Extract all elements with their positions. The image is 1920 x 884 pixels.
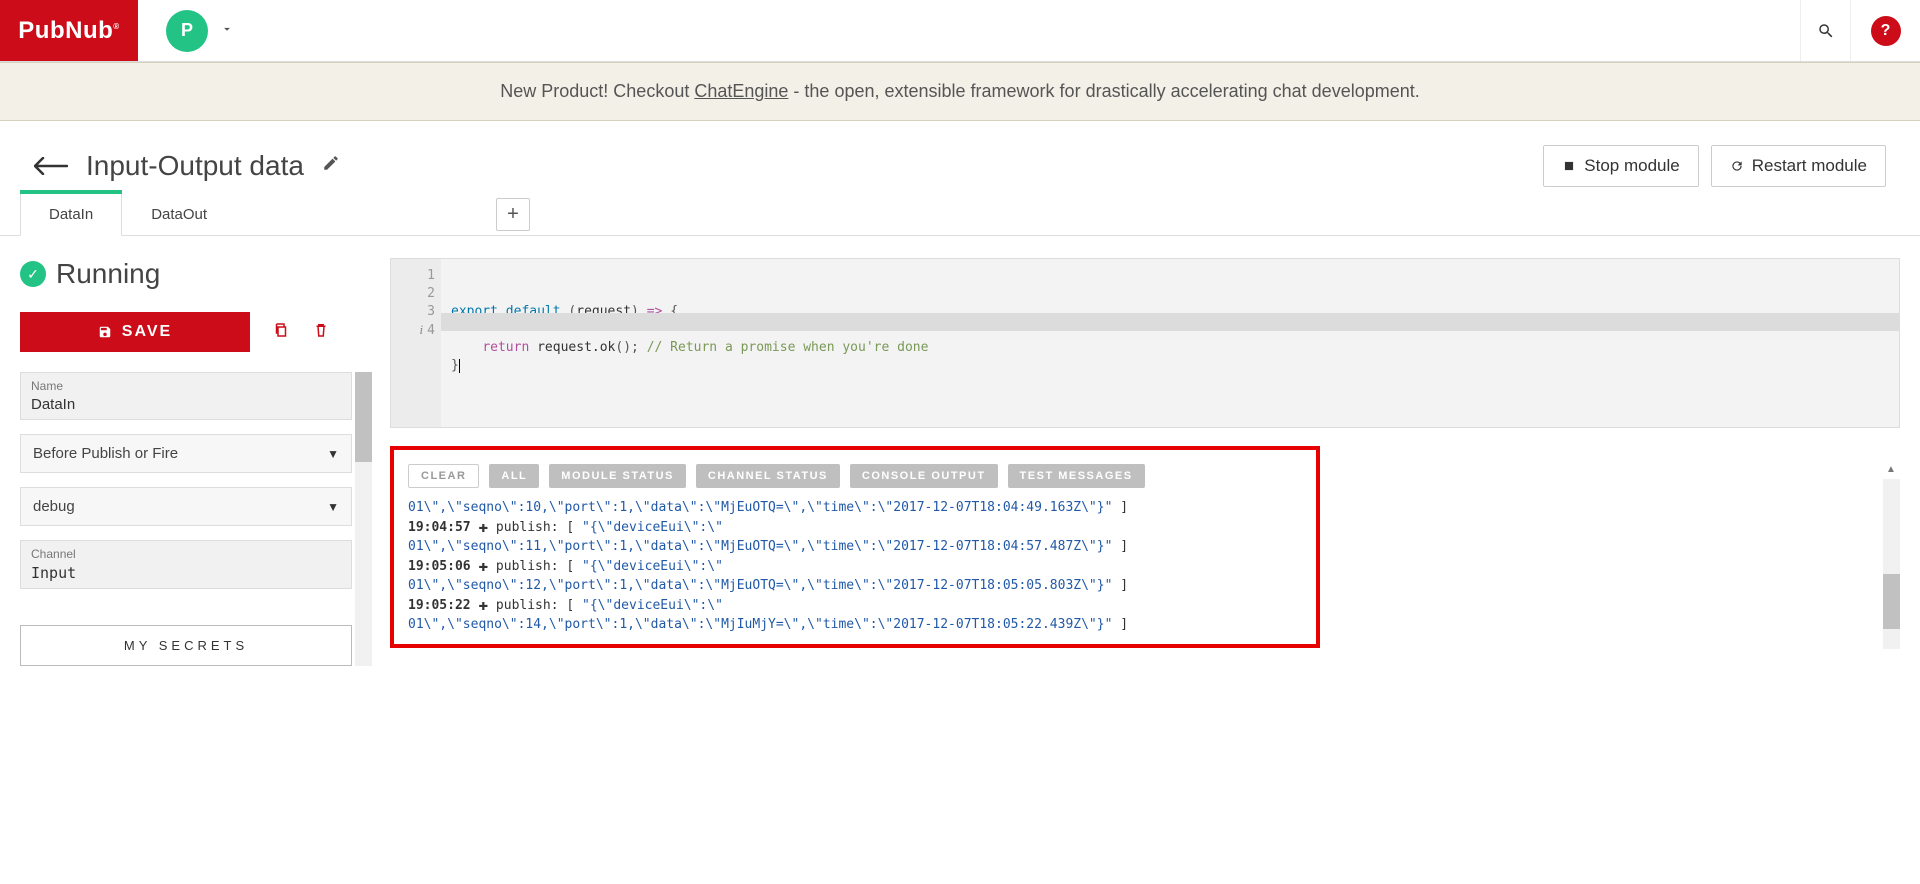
main-content: ✓ Running SAVE Name DataIn Before Publis…: [0, 236, 1920, 686]
channel-label: Channel: [31, 547, 341, 561]
console-line: 19:04:57 ✚ publish: [ "{\"deviceEui\":\": [408, 517, 1302, 537]
console-tabs: CLEAR ALL MODULE STATUS CHANNEL STATUS C…: [408, 464, 1302, 488]
event-select[interactable]: Before Publish or Fire ▼: [20, 434, 352, 473]
left-panel: ✓ Running SAVE Name DataIn Before Publis…: [20, 258, 372, 666]
status-text: Running: [56, 258, 160, 290]
console-clear-button[interactable]: CLEAR: [408, 464, 479, 488]
console-line: 19:05:06 ✚ publish: [ "{\"deviceEui\":\": [408, 556, 1302, 576]
tab-datain[interactable]: DataIn: [20, 193, 122, 236]
edit-title-icon[interactable]: [322, 154, 340, 178]
console-channel-status-button[interactable]: CHANNEL STATUS: [696, 464, 840, 488]
help-button[interactable]: ?: [1850, 0, 1920, 61]
chevron-down-icon: ▼: [327, 447, 339, 461]
notice-suffix: - the open, extensible framework for dra…: [788, 81, 1419, 101]
restart-label: Restart module: [1752, 156, 1867, 176]
topbar: PubNub® P ?: [0, 0, 1920, 62]
console-line: 19:05:22 ✚ publish: [ "{\"deviceEui\":\": [408, 595, 1302, 615]
my-secrets-button[interactable]: MY SECRETS: [20, 625, 352, 666]
code-body[interactable]: export default (request) => { return req…: [441, 259, 1899, 427]
console-scrollbar-thumb[interactable]: [1883, 574, 1900, 629]
console-line: 01\",\"seqno\":14,\"port\":1,\"data\":\"…: [408, 615, 1302, 634]
delete-icon[interactable]: [312, 321, 330, 344]
console-output-button[interactable]: CONSOLE OUTPUT: [850, 464, 998, 488]
stop-icon: [1562, 159, 1576, 173]
console-line: 01\",\"seqno\":12,\"port\":1,\"data\":\"…: [408, 576, 1302, 595]
name-label: Name: [31, 379, 341, 393]
console-all-button[interactable]: ALL: [489, 464, 539, 488]
debug-select-value: debug: [33, 498, 75, 515]
brand-text: PubNub: [18, 17, 113, 44]
right-panel: 1 2 3 i4 export default (request) => { r…: [390, 258, 1900, 666]
console-scrollbar-track[interactable]: ▲: [1883, 479, 1900, 649]
brand-logo[interactable]: PubNub®: [0, 0, 138, 61]
notice-link[interactable]: ChatEngine: [694, 81, 788, 101]
line-gutter: 1 2 3 i4: [391, 259, 441, 427]
stop-label: Stop module: [1584, 156, 1679, 176]
chevron-down-icon: ▼: [327, 500, 339, 514]
console-test-messages-button[interactable]: TEST MESSAGES: [1008, 464, 1145, 488]
notice-prefix: New Product! Checkout: [500, 81, 694, 101]
tab-dataout[interactable]: DataOut: [122, 193, 236, 235]
status-row: ✓ Running: [20, 258, 372, 290]
name-value: DataIn: [31, 396, 341, 413]
name-field[interactable]: Name DataIn: [20, 372, 352, 420]
save-label: SAVE: [122, 323, 172, 341]
stop-module-button[interactable]: Stop module: [1543, 145, 1698, 187]
title-row: Input-Output data Stop module Restart mo…: [0, 121, 1920, 193]
copy-icon[interactable]: [272, 321, 290, 344]
channel-field[interactable]: Channel Input: [20, 540, 352, 589]
restart-icon: [1730, 159, 1744, 173]
console-line: 01\",\"seqno\":11,\"port\":1,\"data\":\"…: [408, 537, 1302, 556]
search-button[interactable]: [1800, 0, 1850, 61]
debug-select[interactable]: debug ▼: [20, 487, 352, 526]
account-dropdown[interactable]: P: [138, 0, 262, 61]
form-scrollbar[interactable]: [355, 372, 372, 666]
code-editor[interactable]: 1 2 3 i4 export default (request) => { r…: [390, 258, 1900, 428]
page-title: Input-Output data: [86, 150, 304, 182]
console-module-status-button[interactable]: MODULE STATUS: [549, 464, 686, 488]
event-select-value: Before Publish or Fire: [33, 445, 178, 462]
scroll-up-icon[interactable]: ▲: [1886, 464, 1896, 475]
back-arrow-icon[interactable]: [34, 151, 68, 182]
avatar: P: [166, 10, 208, 52]
notice-banner: New Product! Checkout ChatEngine - the o…: [0, 62, 1920, 121]
status-check-icon: ✓: [20, 261, 46, 287]
form-area: Name DataIn Before Publish or Fire ▼ deb…: [20, 372, 372, 666]
save-button[interactable]: SAVE: [20, 312, 250, 352]
help-icon: ?: [1871, 16, 1901, 46]
channel-value: Input: [31, 564, 341, 582]
restart-module-button[interactable]: Restart module: [1711, 145, 1886, 187]
search-icon: [1817, 22, 1835, 40]
chevron-down-icon: [220, 22, 234, 39]
add-tab-button[interactable]: +: [496, 198, 530, 231]
save-icon: [98, 325, 112, 339]
console-panel: CLEAR ALL MODULE STATUS CHANNEL STATUS C…: [390, 446, 1320, 648]
tabs-row: DataIn DataOut +: [0, 193, 1920, 236]
console-line: 01\",\"seqno\":10,\"port\":1,\"data\":\"…: [408, 498, 1302, 517]
console-output[interactable]: 01\",\"seqno\":10,\"port\":1,\"data\":\"…: [408, 498, 1302, 634]
